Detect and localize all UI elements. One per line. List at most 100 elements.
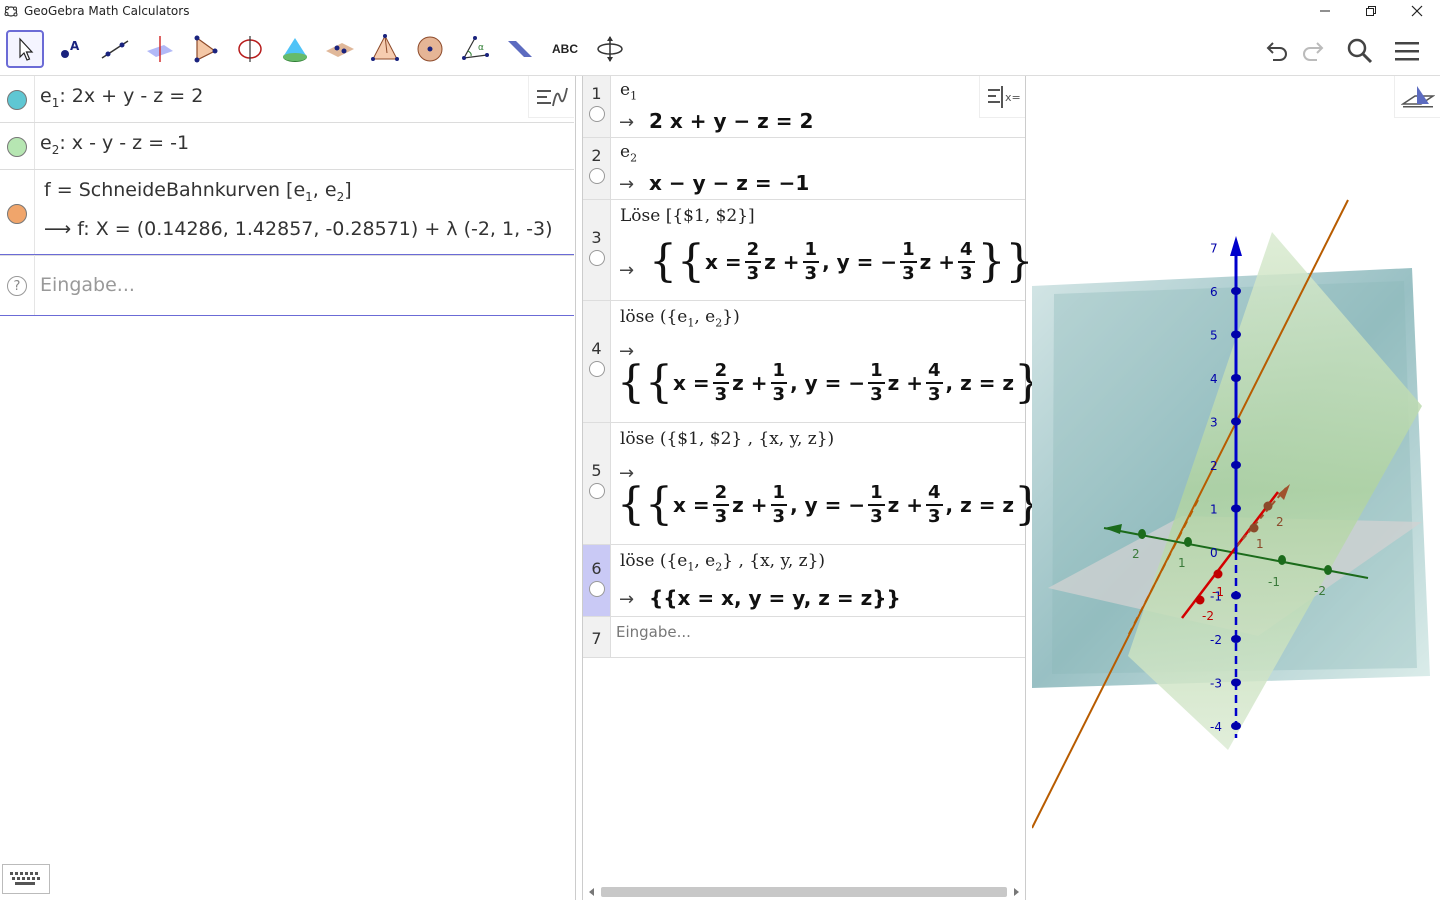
undo-icon <box>1266 42 1287 61</box>
scroll-right-icon[interactable] <box>1011 887 1021 897</box>
algebra-input[interactable]: Eingabe... <box>40 274 135 296</box>
pyramid-tool-button[interactable] <box>276 30 314 68</box>
main-menu-button[interactable] <box>1390 34 1424 68</box>
move-graphics-tool-button[interactable] <box>591 30 629 68</box>
circle-axis-tool-button[interactable] <box>231 30 269 68</box>
visibility-marble-icon[interactable] <box>7 137 27 157</box>
perpendicular-line-tool-button[interactable] <box>141 30 179 68</box>
cas-row[interactable]: 2 e2 → x − y − z = −1 <box>583 138 1025 200</box>
cas-input[interactable]: Löse [{$1, $2}] <box>620 206 755 226</box>
text-tool-button[interactable]: ABC <box>546 30 584 68</box>
cas-output-arrow-icon: → <box>619 260 635 281</box>
text-tool-label: ABC <box>552 42 578 56</box>
z-axis-label: 1 <box>1210 503 1218 517</box>
line-icon <box>101 40 129 59</box>
algebra-row-f[interactable]: f = SchneideBahnkurven [e1, e2] ⟶ f: X =… <box>0 170 574 256</box>
z-tick-mark <box>1231 722 1241 730</box>
cas-visibility-icon[interactable] <box>589 250 605 266</box>
minimize-button[interactable] <box>1302 0 1348 22</box>
cas-row[interactable]: 4 löse ({e1, e2}) → {{ x = 23 z + 13 , y… <box>583 301 1070 423</box>
cas-input[interactable]: Eingabe... <box>616 623 691 641</box>
cas-input[interactable]: e2 <box>620 142 637 164</box>
3d-scene[interactable]: 76543210-1-2-3-4 21-1-221-1-2 <box>1032 76 1440 900</box>
algebra-definition[interactable]: f = SchneideBahnkurven [e1, e2] <box>44 179 352 204</box>
visibility-marble-icon[interactable] <box>7 204 27 224</box>
cas-row-selected[interactable]: 6 löse ({e1, e2} , {x, y, z}) → {{x = x,… <box>583 545 1025 617</box>
cas-visibility-icon[interactable] <box>589 106 605 122</box>
cas-input[interactable]: löse ({$1, $2} , {x, y, z}) <box>620 429 834 449</box>
restore-button[interactable] <box>1348 0 1394 22</box>
move-view-icon <box>597 36 623 62</box>
algebra-definition[interactable]: e2: x - y - z = -1 <box>40 132 189 157</box>
z-axis-label: 3 <box>1210 416 1218 430</box>
move-tool-button[interactable] <box>6 30 44 68</box>
cas-row[interactable]: 1 e1 → 2 x + y − z = 2 <box>583 76 1025 138</box>
toolbar: A α ABC <box>0 22 1440 76</box>
cas-row-number[interactable]: 6 <box>583 545 611 616</box>
help-icon[interactable]: ? <box>7 276 27 296</box>
cas-row[interactable]: 5 löse ({$1, $2} , {x, y, z}) → {{ x = 2… <box>583 423 1070 545</box>
tetrahedron-tool-button[interactable] <box>366 30 404 68</box>
line-tool-button[interactable] <box>96 30 134 68</box>
x-axis-label: 2 <box>1276 515 1284 529</box>
circle-axis-icon <box>238 36 262 62</box>
sphere-tool-button[interactable] <box>411 30 449 68</box>
cas-visibility-icon[interactable] <box>589 361 605 377</box>
close-window-button[interactable] <box>1394 0 1440 22</box>
angle-icon: α <box>462 36 489 60</box>
cas-style-bar-button[interactable]: x= <box>979 76 1025 118</box>
visibility-marble-icon[interactable] <box>7 90 27 110</box>
view-in-front-tool-button[interactable] <box>501 30 539 68</box>
cas-input[interactable]: löse ({e1, e2}) <box>620 307 740 329</box>
search-icon <box>1347 38 1373 64</box>
cas-input[interactable]: löse ({e1, e2} , {x, y, z}) <box>620 551 825 573</box>
scrollbar-thumb[interactable] <box>601 887 1007 897</box>
undo-button[interactable] <box>1259 34 1293 68</box>
x-axis-label: 1 <box>1256 537 1264 551</box>
cas-horizontal-scrollbar[interactable] <box>587 884 1021 898</box>
algebra-row-e2[interactable]: e2: x - y - z = -1 <box>0 123 574 170</box>
y-axis-label: 1 <box>1178 556 1186 570</box>
z-tick-mark <box>1231 287 1241 295</box>
cas-visibility-icon[interactable] <box>589 581 605 597</box>
redo-button[interactable] <box>1297 34 1331 68</box>
polygon-tool-button[interactable] <box>186 30 224 68</box>
reflect-tool-button[interactable] <box>321 30 359 68</box>
cas-output-arrow-icon: → <box>619 589 635 610</box>
title-bar: GeoGebra Math Calculators <box>0 0 1440 22</box>
cas-row-number[interactable]: 3 <box>583 200 611 300</box>
y-tick-mark <box>1184 537 1192 547</box>
cas-row[interactable]: 3 Löse [{$1, $2}] → {{ x = 23 z + 13 , y… <box>583 200 1034 301</box>
virtual-keyboard-button[interactable] <box>2 864 50 894</box>
cas-input-row[interactable]: 7 Eingabe... <box>583 617 1025 658</box>
y-tick-mark <box>1278 555 1286 565</box>
z-axis-label: -4 <box>1210 720 1222 734</box>
search-button[interactable] <box>1343 34 1377 68</box>
cas-row-number[interactable]: 5 <box>583 423 611 544</box>
cas-row-number[interactable]: 2 <box>583 138 611 199</box>
angle-tool-button[interactable]: α <box>456 30 494 68</box>
algebra-input-row[interactable]: ? Eingabe... <box>0 254 574 316</box>
cas-output-style-icon: x= <box>987 85 1020 108</box>
algebra-definition[interactable]: e1: 2x + y - z = 2 <box>40 85 203 110</box>
sphere-icon <box>417 36 443 62</box>
graphics-style-bar-button[interactable] <box>1394 76 1440 118</box>
z-axis-label: 2 <box>1210 459 1218 473</box>
cas-visibility-icon[interactable] <box>589 168 605 184</box>
z-tick-mark <box>1231 417 1241 426</box>
svg-text:A: A <box>70 39 80 53</box>
scroll-left-icon[interactable] <box>587 887 597 897</box>
cas-visibility-icon[interactable] <box>589 483 605 499</box>
svg-text:x=: x= <box>1005 91 1020 104</box>
cas-input[interactable]: e1 <box>620 80 637 102</box>
cas-row-number[interactable]: 4 <box>583 301 611 422</box>
z-tick-mark <box>1231 591 1241 600</box>
tetrahedron-icon <box>371 34 399 61</box>
cas-row-number[interactable]: 1 <box>583 76 611 137</box>
point-tool-button[interactable]: A <box>51 30 89 68</box>
algebra-row-e1[interactable]: e1: 2x + y - z = 2 <box>0 76 574 123</box>
graphics-3d-view[interactable]: 7 6 5 4 3 2 1 0 -1 -2 -3 -4 2 1 -1 -2 2 1 -1 -2 <box>1032 76 1440 900</box>
algebra-style-bar-button[interactable] <box>528 76 574 118</box>
cas-row-number[interactable]: 7 <box>583 617 611 657</box>
perpendicular-plane-icon <box>147 36 173 62</box>
